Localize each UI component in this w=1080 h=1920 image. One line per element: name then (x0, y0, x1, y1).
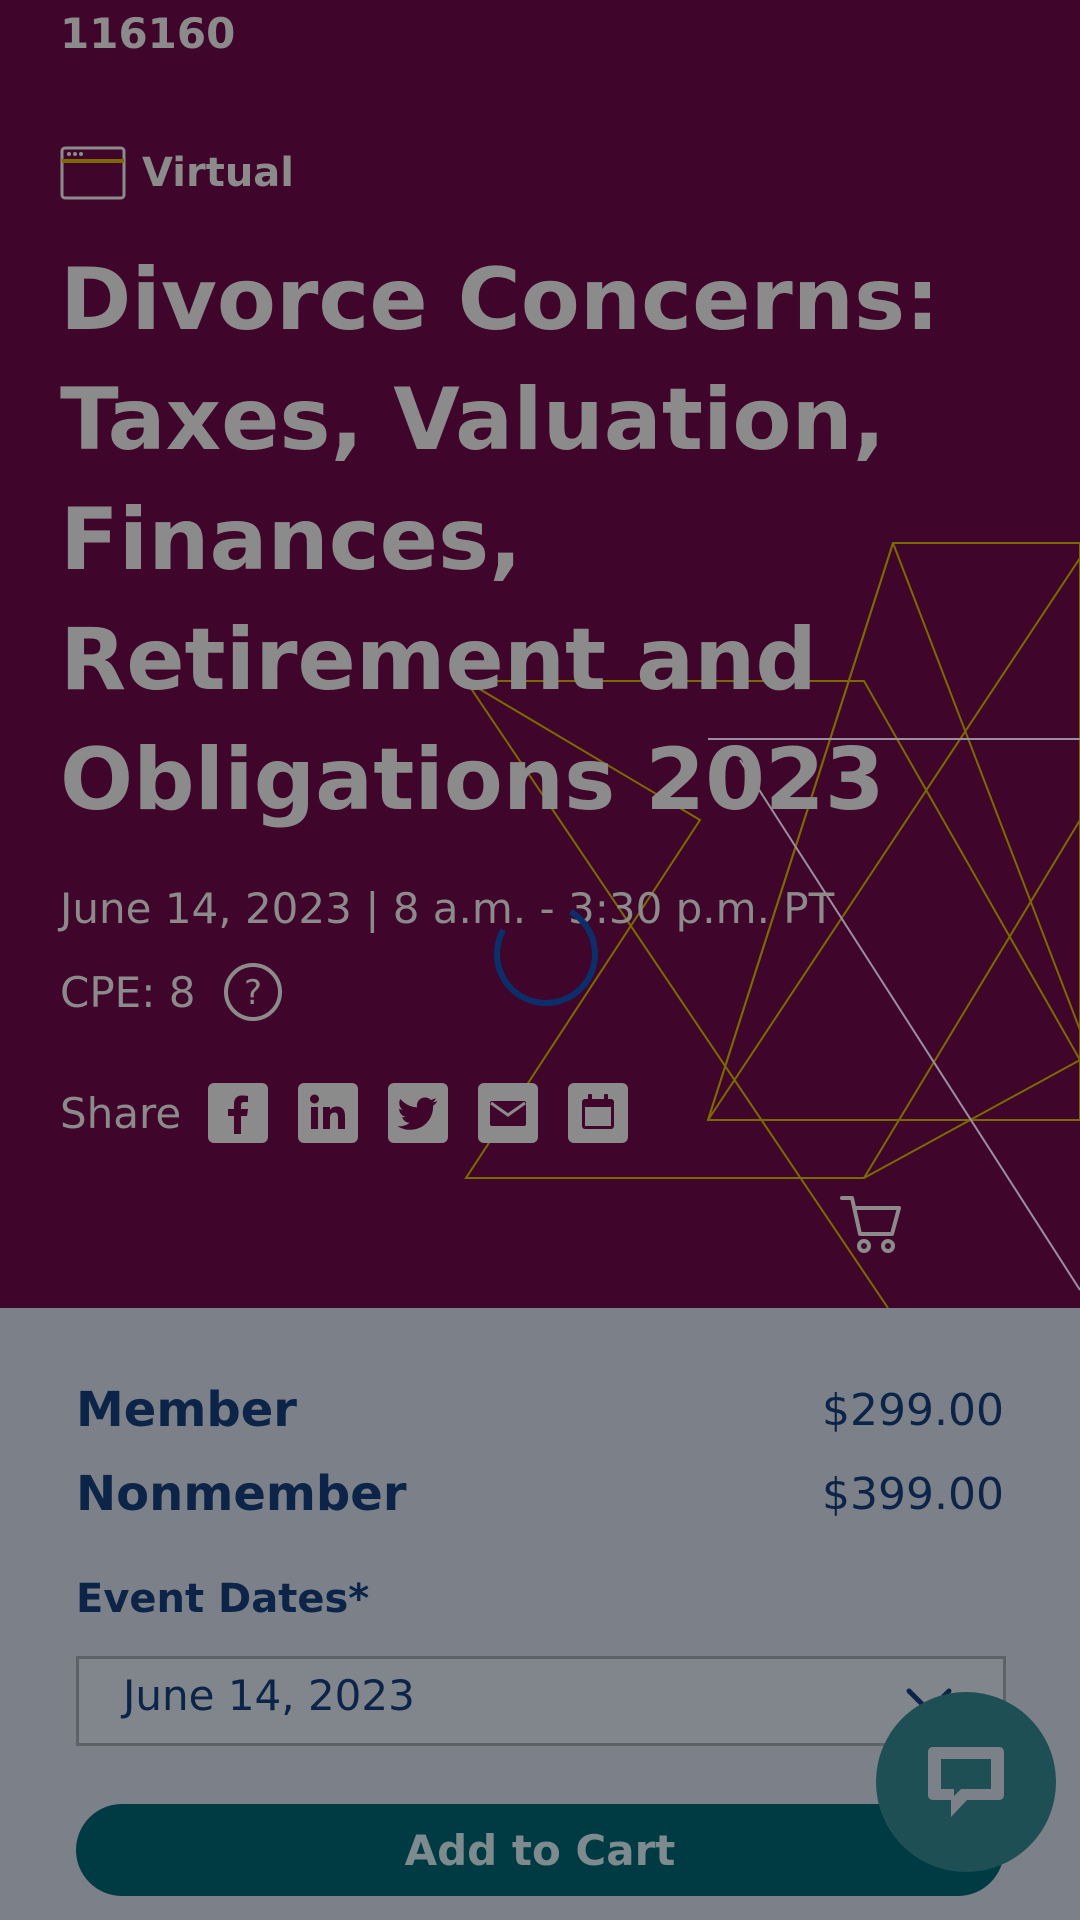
loading-spinner-icon (494, 902, 598, 1006)
format-row: Virtual (60, 146, 294, 200)
member-label: Member (76, 1382, 297, 1438)
help-icon[interactable]: ? (223, 962, 283, 1022)
twitter-icon[interactable] (387, 1082, 449, 1144)
format-label: Virtual (142, 150, 294, 196)
virtual-browser-icon (60, 146, 126, 200)
facebook-icon[interactable] (207, 1082, 269, 1144)
cart-icon[interactable] (838, 1192, 904, 1256)
nonmember-price: $399.00 (822, 1468, 1004, 1520)
email-icon[interactable] (477, 1082, 539, 1144)
calendar-icon[interactable] (567, 1082, 629, 1144)
page-title: Divorce Concerns: Taxes, Valuation, Fina… (60, 250, 940, 830)
event-datetime: June 14, 2023 | 8 a.m. - 3:30 p.m. PT (60, 884, 835, 933)
event-dates-label: Event Dates* (76, 1576, 370, 1622)
course-hero: 116160 Virtual Divorce Concerns: Taxes, … (0, 0, 1080, 1308)
member-price: $299.00 (822, 1384, 1004, 1436)
chat-bubble-icon (928, 1747, 1004, 1817)
nonmember-price-row: Nonmember $399.00 (76, 1466, 1004, 1522)
event-date-selected: June 14, 2023 (123, 1671, 415, 1720)
nonmember-label: Nonmember (76, 1466, 407, 1522)
event-date-select[interactable]: June 14, 2023 (76, 1656, 1006, 1746)
share-row: Share (60, 1082, 657, 1144)
cpe-row: CPE: 8 ? (60, 962, 283, 1022)
linkedin-icon[interactable] (297, 1082, 359, 1144)
add-to-cart-button[interactable]: Add to Cart (76, 1804, 1004, 1896)
svg-text:?: ? (244, 973, 262, 1013)
live-chat-button[interactable] (876, 1692, 1056, 1872)
member-price-row: Member $299.00 (76, 1382, 1004, 1438)
page: 116160 Virtual Divorce Concerns: Taxes, … (0, 0, 1080, 1920)
cpe-credits: CPE: 8 (60, 967, 196, 1017)
course-id: 116160 (60, 9, 236, 58)
share-label: Share (60, 1088, 182, 1138)
